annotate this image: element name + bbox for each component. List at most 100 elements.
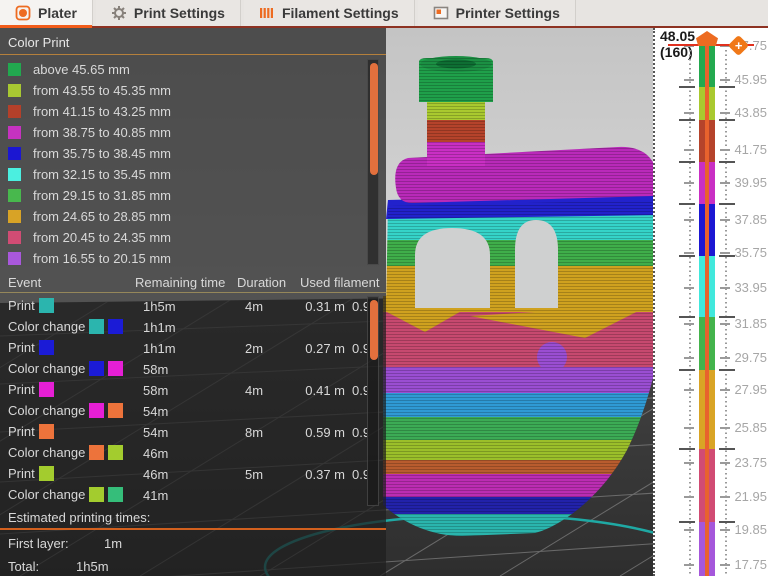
legend-item: from 16.55 to 20.15 mm <box>8 248 171 269</box>
event-remaining-time: 46m <box>143 446 169 461</box>
event-row-left: Print <box>8 466 54 481</box>
slider-label-tick <box>684 357 694 359</box>
tab-label: Printer Settings <box>455 5 560 21</box>
event-type-label: Color change <box>8 487 86 502</box>
legend-color-swatch <box>8 231 21 244</box>
event-type-label: Color change <box>8 319 86 334</box>
legend-item: from 20.45 to 24.35 mm <box>8 227 171 248</box>
event-remaining-time: 1h1m <box>143 320 176 335</box>
event-duration: 8m <box>245 425 264 440</box>
slider-height-label: 43.85 <box>734 105 767 120</box>
cabin-arch-right <box>515 220 558 308</box>
events-separator <box>0 292 386 293</box>
slider-label-tick <box>684 462 694 464</box>
filament-icon <box>259 5 275 21</box>
legend-item: from 41.15 to 43.25 mm <box>8 101 171 122</box>
slider-height-label: 21.95 <box>734 489 767 504</box>
legend-item: from 32.15 to 35.45 mm <box>8 164 171 185</box>
events-scrollbar-track[interactable] <box>367 296 379 506</box>
event-remaining-time: 54m <box>143 404 169 419</box>
events-scrollbar-thumb[interactable] <box>370 300 378 360</box>
legend-item: from 43.55 to 45.35 mm <box>8 80 171 101</box>
event-remaining-time: 1h5m <box>143 299 176 314</box>
event-used-filament-2: 0.9 <box>352 383 367 398</box>
event-type-label: Color change <box>8 403 86 418</box>
legend-item-label: from 24.65 to 28.85 mm <box>33 209 172 224</box>
event-used-filament: 0.59 m <box>305 425 345 440</box>
estimated-times-separator <box>0 528 386 530</box>
slider-label-tick <box>684 252 694 254</box>
slider-label-tick <box>684 112 694 114</box>
event-used-filament-2: 0.9 <box>352 425 367 440</box>
legend-color-swatch <box>8 252 21 265</box>
slider-height-label: 37.85 <box>734 212 767 227</box>
printer-icon <box>433 5 449 21</box>
event-color-swatch <box>108 319 124 334</box>
tab-print-settings[interactable]: Print Settings <box>95 0 241 26</box>
slider-major-tick <box>679 119 695 121</box>
event-color-swatch <box>89 487 105 502</box>
event-remaining-time: 1h1m <box>143 341 176 356</box>
slider-major-tick <box>679 255 695 257</box>
slider-label-tick <box>684 182 694 184</box>
slider-height-label: 41.75 <box>734 142 767 157</box>
slider-height-label: 25.85 <box>734 420 767 435</box>
total-value: 1h5m <box>76 559 109 574</box>
layer-slider-panel[interactable]: 48.05 (160) + 47.7545.9543.8541.7539.953… <box>653 28 768 576</box>
event-color-swatch <box>89 361 105 376</box>
legend-item-label: from 29.15 to 31.85 mm <box>33 188 172 203</box>
estimated-times-header: Estimated printing times: <box>8 510 151 525</box>
tab-filament-settings[interactable]: Filament Settings <box>243 0 415 26</box>
slider-height-label: 35.75 <box>734 245 767 260</box>
slider-major-tick <box>679 161 695 163</box>
legend-item-label: from 16.55 to 20.15 mm <box>33 251 172 266</box>
event-row: Color change 54m <box>0 401 386 422</box>
legend-color-swatch <box>8 210 21 223</box>
event-row: Color change 41m <box>0 485 386 506</box>
event-row: Color change 1h1m <box>0 317 386 338</box>
event-remaining-time: 58m <box>143 362 169 377</box>
layer-slider-thumb[interactable] <box>696 31 718 46</box>
event-color-swatch <box>108 361 124 376</box>
tab-printer-settings[interactable]: Printer Settings <box>417 0 576 26</box>
event-row: Color change 58m <box>0 359 386 380</box>
event-used-filament: 0.37 m <box>305 467 345 482</box>
event-color-swatch <box>108 445 124 460</box>
event-row-left: Color change <box>8 361 124 376</box>
event-type-label: Print <box>8 466 35 481</box>
legend-title: Color Print <box>8 35 70 50</box>
event-color-swatch <box>89 445 105 460</box>
tab-plater[interactable]: Plater <box>0 0 93 28</box>
slider-major-tick <box>719 161 735 163</box>
slider-label-tick <box>684 529 694 531</box>
event-used-filament-2: 0.9 <box>352 341 367 356</box>
event-color-swatch <box>38 382 54 397</box>
event-color-swatch <box>89 319 105 334</box>
legend-item: from 24.65 to 28.85 mm <box>8 206 171 227</box>
event-row-left: Print <box>8 424 54 439</box>
legend-color-swatch <box>8 189 21 202</box>
legend-scrollbar-track[interactable] <box>367 59 379 265</box>
slider-major-tick <box>679 203 695 205</box>
event-color-swatch <box>38 340 54 355</box>
slider-height-label: 19.85 <box>734 522 767 537</box>
legend-item: from 38.75 to 40.85 mm <box>8 122 171 143</box>
event-color-swatch <box>38 466 54 481</box>
legend-item-label: from 38.75 to 40.85 mm <box>33 125 172 140</box>
slider-height-label: 23.75 <box>734 455 767 470</box>
event-used-filament: 0.31 m <box>305 299 345 314</box>
slider-major-tick <box>679 86 695 88</box>
slider-track-line <box>705 45 709 576</box>
legend-color-swatch <box>8 84 21 97</box>
legend-item: above 45.65 mm <box>8 59 130 80</box>
legend-color-swatch <box>8 147 21 160</box>
event-remaining-time: 54m <box>143 425 169 440</box>
event-type-label: Print <box>8 298 35 313</box>
event-color-swatch <box>38 298 54 313</box>
slider-major-tick <box>679 316 695 318</box>
legend-color-swatch <box>8 126 21 139</box>
tab-label: Plater <box>38 5 77 21</box>
event-row-left: Color change <box>8 403 124 418</box>
legend-scrollbar-thumb[interactable] <box>370 63 378 175</box>
settings-tab-bar: Plater Print Settings Filament Settings … <box>0 0 768 28</box>
